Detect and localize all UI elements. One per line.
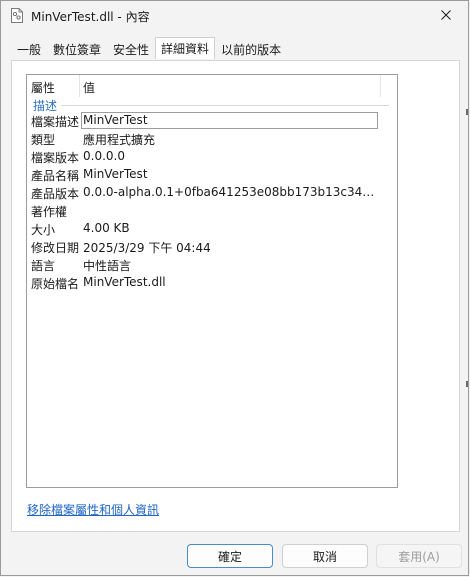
column-header-property[interactable]: 屬性 [31,79,55,96]
list-item[interactable]: 修改日期 2025/3/29 下午 04:44 [27,238,397,256]
property-value: 0.0.0.0 [83,149,125,163]
property-name: 語言 [31,259,56,273]
list-item[interactable]: 大小 4.00 KB [27,220,397,238]
property-name: 修改日期 [31,241,80,255]
tab-security[interactable]: 安全性 [107,39,155,59]
list-item[interactable]: 產品名稱 MinVerTest [27,166,397,184]
tab-previous-versions[interactable]: 以前的版本 [215,39,287,59]
dialog-footer: 確定 取消 套用(A) [1,531,468,577]
details-panel: 屬性 值 描述 檔案描述 MinVerTest 類型 應用程式擴充 檔案版本 0… [11,60,460,532]
property-value: 2025/3/29 下午 04:44 [83,241,211,255]
dll-file-icon [10,8,24,23]
property-value: 0.0.0-alpha.0.1+0fba641253e08bb173b13c34… [83,185,375,199]
column-divider[interactable] [380,75,381,97]
property-value: 應用程式擴充 [83,133,156,147]
list-item[interactable]: 產品版本 0.0.0-alpha.0.1+0fba641253e08bb173b… [27,184,397,202]
title-bar: MinVerTest.dll - 內容 [1,1,468,31]
tab-details[interactable]: 詳細資料 [155,37,216,59]
property-value: 中性語言 [83,259,132,273]
list-item[interactable]: 語言 中性語言 [27,256,397,274]
property-value: 4.00 KB [83,221,130,235]
group-divider [61,105,389,106]
tab-general[interactable]: 一般 [11,39,47,59]
ok-button[interactable]: 確定 [187,544,273,568]
properties-dialog: MinVerTest.dll - 內容 一般 數位簽章 安全性 詳細資料 以前的… [0,0,469,576]
column-header-value[interactable]: 值 [83,79,95,96]
property-name: 產品名稱 [31,169,80,183]
remove-properties-link[interactable]: 移除檔案屬性和個人資訊 [27,501,159,518]
property-value: MinVerTest [83,113,148,127]
list-item[interactable]: 類型 應用程式擴充 [27,130,397,148]
property-name: 檔案描述 [31,115,80,129]
close-icon [441,9,451,23]
property-name: 產品版本 [31,187,80,201]
list-item[interactable]: 檔案描述 MinVerTest [27,112,397,130]
resize-edge-mark [466,109,468,115]
property-name: 原始檔名 [31,277,80,291]
properties-list[interactable]: 屬性 值 描述 檔案描述 MinVerTest 類型 應用程式擴充 檔案版本 0… [26,74,398,488]
column-divider[interactable] [79,75,80,97]
close-button[interactable] [424,1,468,31]
tab-digital-signatures[interactable]: 數位簽章 [47,39,107,59]
property-name: 著作權 [31,205,68,219]
property-rows: 檔案描述 MinVerTest 類型 應用程式擴充 檔案版本 0.0.0.0 產… [27,112,397,292]
cancel-button[interactable]: 取消 [282,544,368,568]
list-item[interactable]: 原始檔名 MinVerTest.dll [27,274,397,292]
property-name: 類型 [31,133,56,147]
property-name: 大小 [31,223,56,237]
apply-button[interactable]: 套用(A) [376,544,462,568]
window-title: MinVerTest.dll - 內容 [31,10,150,24]
resize-edge-mark [466,381,468,387]
property-name: 檔案版本 [31,151,80,165]
list-item[interactable]: 著作權 [27,202,397,220]
property-value: MinVerTest [83,167,148,181]
list-header: 屬性 值 [27,75,397,97]
tab-bar: 一般 數位簽章 安全性 詳細資料 以前的版本 [11,37,287,60]
property-value: MinVerTest.dll [83,275,166,289]
list-item[interactable]: 檔案版本 0.0.0.0 [27,148,397,166]
